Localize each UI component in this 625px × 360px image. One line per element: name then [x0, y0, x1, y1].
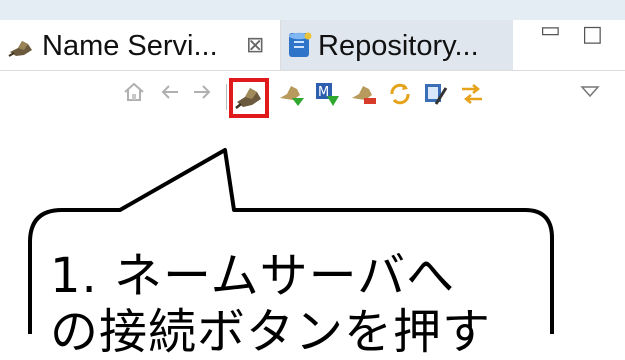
callout-text: 1. ネームサーバへ の接続ボタンを押す [50, 248, 491, 360]
callout-line-2: の接続ボタンを押す [50, 304, 492, 360]
callout-line-1: 1. ネームサーバへ [50, 248, 456, 304]
